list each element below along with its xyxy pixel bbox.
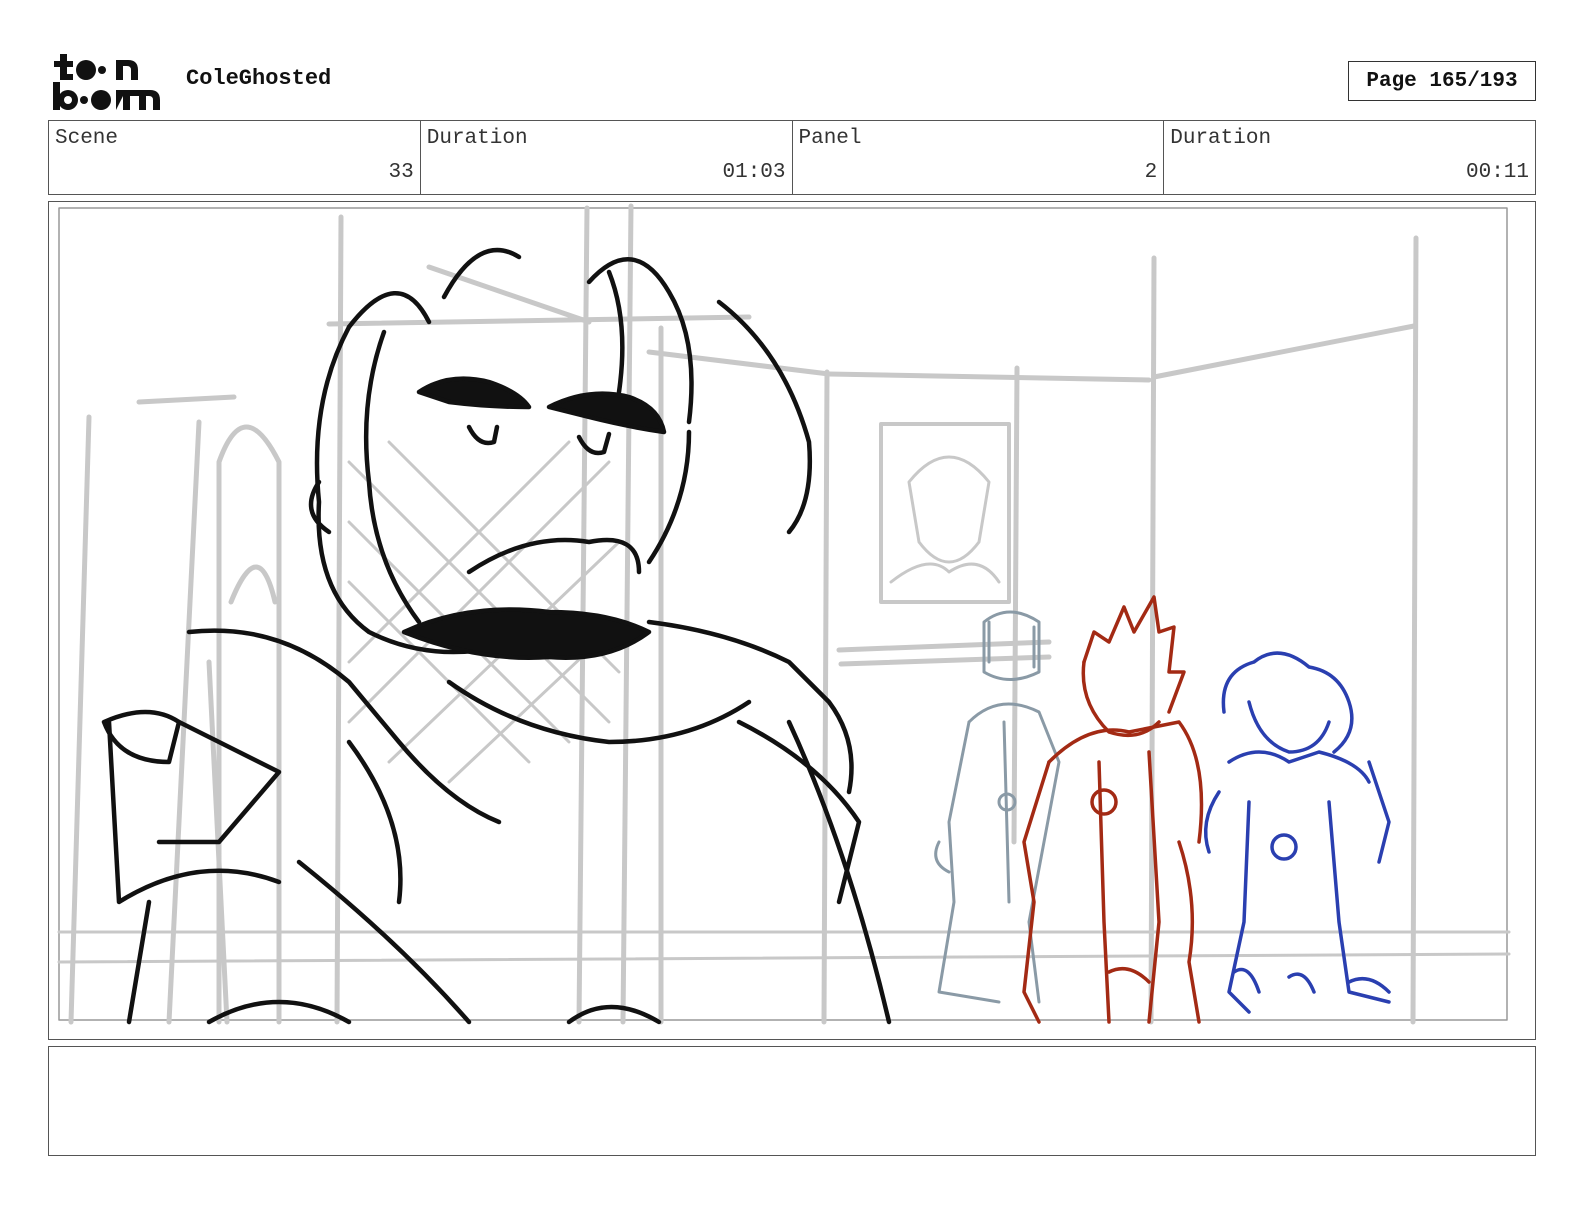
storyboard-panel[interactable] [48,201,1536,1040]
scene-info-row: Scene 33 Duration 01:03 Panel 2 Duration… [48,120,1536,195]
scene-number: 33 [388,161,414,184]
panel-notes-box[interactable] [48,1046,1536,1156]
scene-cell: Scene 33 [49,121,421,194]
grey-character-sketch [934,610,1061,1004]
blue-character-sketch [1203,651,1391,1014]
panel-label: Panel [798,127,862,150]
inner-safe-frame [58,207,1508,1021]
scene-duration-value: 01:03 [722,161,786,184]
project-title: ColeGhosted [186,66,332,91]
scene-duration-cell: Duration 01:03 [421,121,793,194]
panel-number: 2 [1144,161,1158,184]
toonboom-logo [50,50,165,112]
background-sketch [57,203,1511,1025]
scene-label: Scene [55,127,119,150]
panel-duration-value: 00:11 [1465,161,1529,184]
panel-sketch [57,203,1511,1025]
panel-duration-label: Duration [1170,127,1272,150]
panel-duration-cell: Duration 00:11 [1164,121,1535,194]
scene-duration-label: Duration [426,127,528,150]
panel-cell: Panel 2 [793,121,1165,194]
page-indicator: Page 165/193 [1348,61,1536,101]
